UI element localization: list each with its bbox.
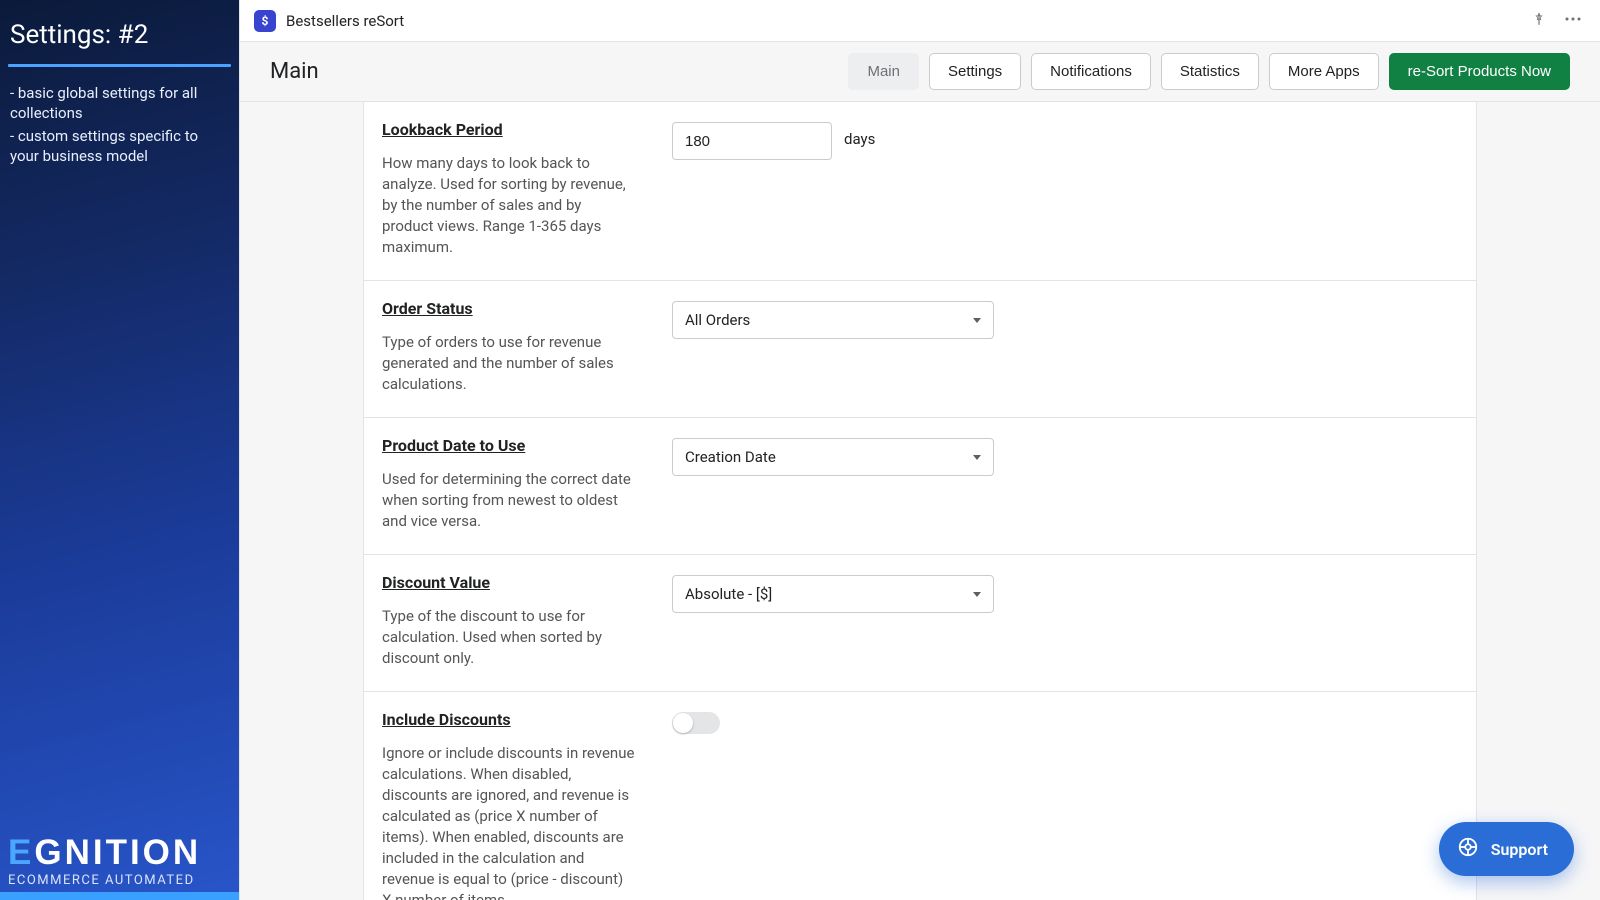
setting-title-discount-value: Discount Value: [382, 573, 490, 592]
page-title: Main: [270, 59, 319, 84]
setting-lookback: Lookback Period How many days to look ba…: [364, 102, 1476, 281]
discount-value-value: Absolute - [$]: [685, 585, 772, 603]
setting-title-lookback: Lookback Period: [382, 120, 503, 139]
setting-discount-value: Discount Value Type of the discount to u…: [364, 555, 1476, 692]
sidebar-note-2: - custom settings specific to your busin…: [10, 126, 229, 167]
sidebar-note-1: - basic global settings for all collecti…: [10, 83, 229, 124]
include-discounts-toggle[interactable]: [672, 712, 720, 734]
content: Lookback Period How many days to look ba…: [240, 102, 1600, 900]
order-status-value: All Orders: [685, 311, 750, 329]
setting-order-status: Order Status Type of orders to use for r…: [364, 281, 1476, 418]
chevron-down-icon: [973, 318, 981, 323]
toggle-knob: [673, 713, 693, 733]
sidebar-underline: [8, 64, 231, 67]
chevron-down-icon: [973, 455, 981, 460]
more-icon[interactable]: [1560, 7, 1586, 34]
setting-title-order-status: Order Status: [382, 299, 473, 318]
setting-desc-lookback: How many days to look back to analyze. U…: [382, 153, 636, 258]
topbar: $ Bestsellers reSort: [240, 0, 1600, 42]
setting-desc-discount-value: Type of the discount to use for calculat…: [382, 606, 636, 669]
setting-product-date: Product Date to Use Used for determining…: [364, 418, 1476, 555]
product-date-select[interactable]: Creation Date: [672, 438, 994, 476]
sidebar: Settings: #2 - basic global settings for…: [0, 0, 239, 900]
setting-title-product-date: Product Date to Use: [382, 436, 525, 455]
support-button[interactable]: Support: [1439, 822, 1574, 876]
lookback-unit: days: [844, 122, 875, 148]
tab-main[interactable]: Main: [848, 53, 919, 90]
tab-settings[interactable]: Settings: [929, 53, 1021, 90]
tab-notifications[interactable]: Notifications: [1031, 53, 1151, 90]
sidebar-notes: - basic global settings for all collecti…: [0, 83, 239, 168]
logo-subtitle: ECOMMERCE AUTOMATED: [8, 873, 231, 888]
lookback-input[interactable]: [672, 122, 832, 160]
tab-more-apps[interactable]: More Apps: [1269, 53, 1379, 90]
sidebar-footer: EGNITION ECOMMERCE AUTOMATED: [0, 835, 239, 892]
support-icon: [1457, 836, 1479, 862]
toolbar: Main Main Settings Notifications Statist…: [240, 42, 1600, 102]
tab-statistics[interactable]: Statistics: [1161, 53, 1259, 90]
app-icon: $: [254, 10, 276, 32]
chevron-down-icon: [973, 592, 981, 597]
setting-desc-include-discounts: Ignore or include discounts in revenue c…: [382, 743, 636, 900]
discount-value-select[interactable]: Absolute - [$]: [672, 575, 994, 613]
support-label: Support: [1491, 840, 1548, 859]
setting-desc-product-date: Used for determining the correct date wh…: [382, 469, 636, 532]
setting-desc-order-status: Type of orders to use for revenue genera…: [382, 332, 636, 395]
sidebar-title: Settings: #2: [0, 0, 239, 64]
app-name: Bestsellers reSort: [286, 12, 404, 30]
resort-products-button[interactable]: re-Sort Products Now: [1389, 53, 1570, 90]
setting-include-discounts: Include Discounts Ignore or include disc…: [364, 692, 1476, 900]
main: $ Bestsellers reSort Main Main Settings …: [239, 0, 1600, 900]
pin-icon[interactable]: [1528, 7, 1550, 34]
sidebar-baseline: [0, 892, 239, 900]
product-date-value: Creation Date: [685, 448, 776, 466]
order-status-select[interactable]: All Orders: [672, 301, 994, 339]
setting-title-include-discounts: Include Discounts: [382, 710, 511, 729]
logo: EGNITION: [8, 835, 231, 870]
settings-card: Lookback Period How many days to look ba…: [363, 102, 1477, 900]
